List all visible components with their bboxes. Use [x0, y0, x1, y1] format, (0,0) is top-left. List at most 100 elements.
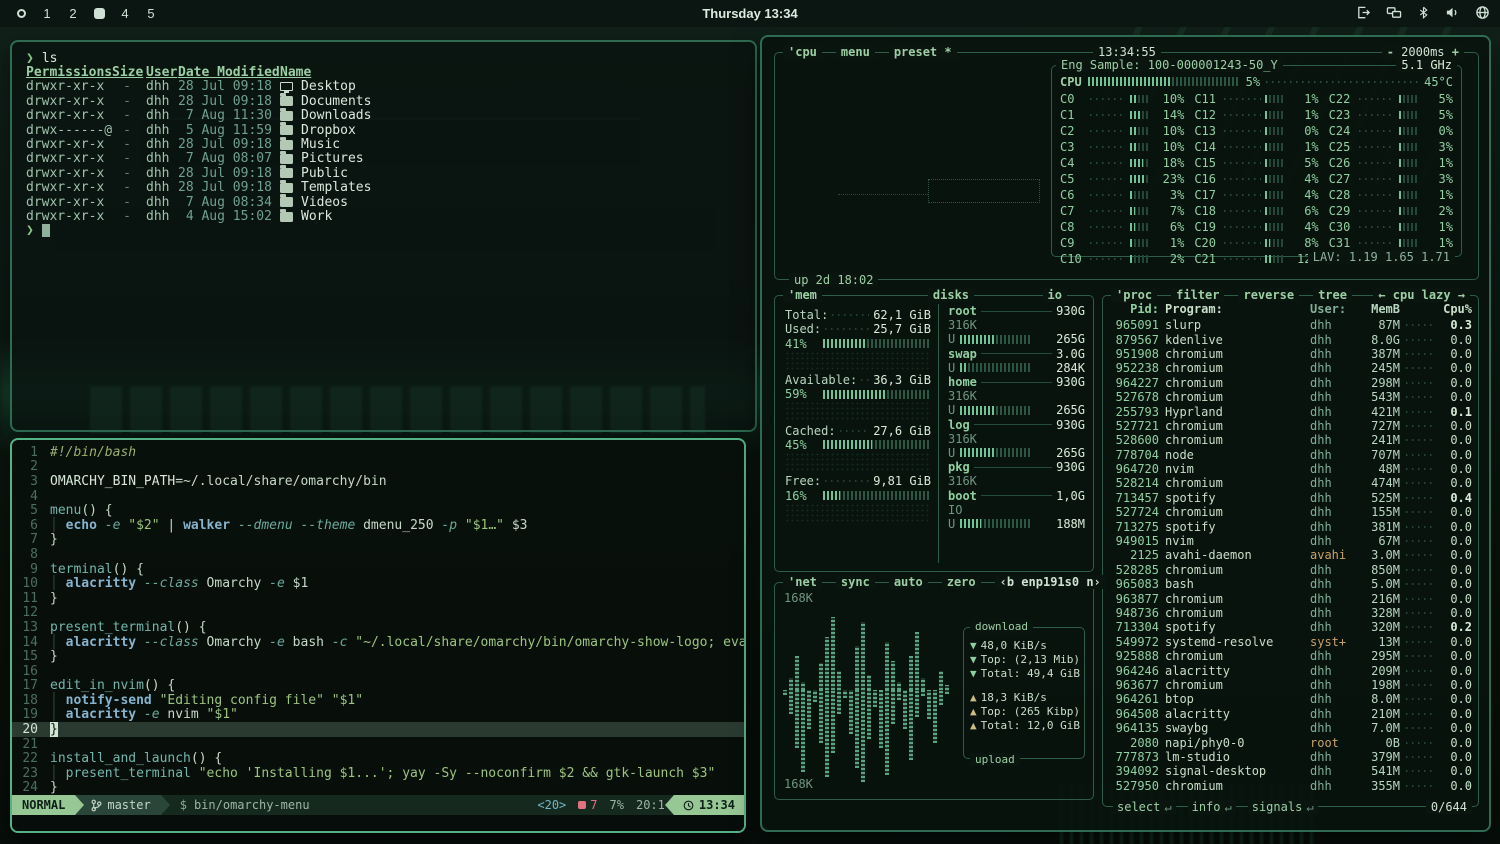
net-graph-bar	[939, 690, 943, 705]
process-row[interactable]: 925888chromiumdhh295M0.0	[1111, 649, 1472, 663]
line-number: 8	[12, 547, 38, 562]
globe-icon[interactable]	[1475, 5, 1490, 23]
process-row[interactable]: 879567kdenlivedhh8.0G0.0	[1111, 332, 1472, 346]
chip-reverse[interactable]: reverse	[1238, 288, 1299, 302]
interval-decrease-button[interactable]: -	[1387, 45, 1394, 59]
editor-line: 1#!/bin/bash	[12, 445, 744, 460]
disk-row: U265G	[948, 403, 1085, 417]
disk-row: U284K	[948, 361, 1085, 375]
workspace-circle[interactable]	[10, 3, 32, 25]
process-row[interactable]: 952238chromiumdhh245M0.0	[1111, 361, 1472, 375]
process-row[interactable]: 778704nodedhh707M0.0	[1111, 448, 1472, 462]
chip-menu[interactable]: menu	[836, 45, 875, 59]
proc-signals-button[interactable]: signals↵	[1248, 800, 1318, 814]
process-row[interactable]: 965083bashdhh5.0M0.0	[1111, 577, 1472, 591]
disk-row: 316K	[948, 389, 1085, 403]
net-up-stat: ▲Top: (265 Kibp)	[970, 704, 1078, 718]
process-row[interactable]: 777873lm-studiodhh379M0.0	[1111, 750, 1472, 764]
process-row[interactable]: 528214chromiumdhh474M0.0	[1111, 476, 1472, 490]
process-row[interactable]: 527950chromiumdhh355M0.0	[1111, 779, 1472, 793]
process-row[interactable]: 964261btopdhh8.0M0.0	[1111, 692, 1472, 706]
net-stats-panel: download upload ▼48,0 KiB/s▼Top: (2,13 M…	[963, 627, 1085, 759]
process-row[interactable]: 527678chromiumdhh543M0.0	[1111, 390, 1472, 404]
folder-icon	[280, 212, 293, 222]
process-row[interactable]: 2125avahi-daemonavahi3.0M0.0	[1111, 548, 1472, 562]
editor-line: 10│ alacritty --class Omarchy -e $1	[12, 576, 744, 591]
process-row[interactable]: 549972systemd-resolvesyst+13M0.0	[1111, 635, 1472, 649]
chip-preset[interactable]: preset *	[889, 45, 957, 59]
workspace-4[interactable]: 4	[114, 3, 136, 25]
editor-line: 18│ notify-send "Editing config file" "$…	[12, 693, 744, 708]
chip-proc[interactable]: 'proc	[1111, 288, 1157, 302]
chip-net[interactable]: 'net	[783, 575, 822, 589]
proc-select-button[interactable]: select↵	[1113, 800, 1176, 814]
editor-line: 22install_and_launch() {	[12, 751, 744, 766]
process-row[interactable]: 394092signal-desktopdhh541M0.0	[1111, 764, 1472, 778]
workspace-square[interactable]	[88, 3, 110, 25]
chip-cpu-lazy[interactable]: ← cpu lazy →	[1373, 288, 1470, 302]
chip-mem[interactable]: 'mem	[783, 288, 822, 302]
chip-auto[interactable]: auto	[889, 575, 928, 589]
process-row[interactable]: 964135swaybgdhh7.0M0.0	[1111, 721, 1472, 735]
process-row[interactable]: 948736chromiumdhh328M0.0	[1111, 606, 1472, 620]
process-row[interactable]: 963877chromiumdhh216M0.0	[1111, 591, 1472, 605]
workspace-5[interactable]: 5	[140, 3, 162, 25]
process-row[interactable]: 713304spotifydhh320M0.2	[1111, 620, 1472, 634]
interval-increase-button[interactable]: +	[1452, 45, 1459, 59]
chip-tree[interactable]: tree	[1313, 288, 1352, 302]
process-row[interactable]: 949015nvimdhh67M0.0	[1111, 534, 1472, 548]
process-row[interactable]: 964227chromiumdhh298M0.0	[1111, 376, 1472, 390]
editor-line: 19│ alacritty -e nvim "$1"	[12, 708, 744, 723]
chip-cpu[interactable]: 'cpu	[783, 45, 822, 59]
volume-icon[interactable]	[1445, 5, 1460, 23]
cpu-core-row: C114%	[1060, 107, 1184, 123]
chip-filter[interactable]: filter	[1171, 288, 1224, 302]
terminal-window[interactable]: ❯ ls Permissions Size User Date Modified…	[10, 40, 757, 432]
process-row[interactable]: 527721chromiumdhh727M0.0	[1111, 419, 1472, 433]
editor-buffer[interactable]: 1#!/bin/bash23OMARCHY_BIN_PATH=~/.local/…	[12, 440, 744, 795]
process-row[interactable]: 527724chromiumdhh155M0.0	[1111, 505, 1472, 519]
folder-icon	[280, 140, 293, 150]
line-number: 7	[12, 532, 38, 547]
process-row[interactable]: 963677chromiumdhh198M0.0	[1111, 678, 1472, 692]
line-number: 10	[12, 576, 38, 591]
terminal-cursor	[42, 224, 50, 237]
chip-disks[interactable]: disks	[928, 288, 974, 302]
line-number: 13	[12, 620, 38, 635]
chip-io[interactable]: io	[1043, 288, 1067, 302]
enter-key-icon: ↵	[1164, 800, 1171, 814]
proc-info-button[interactable]: info↵	[1188, 800, 1236, 814]
bluetooth-icon[interactable]	[1417, 5, 1430, 23]
chip-zero[interactable]: zero	[942, 575, 981, 589]
process-row[interactable]: 713275spotifydhh381M0.0	[1111, 519, 1472, 533]
file-row: drwxr-xr-x-dhh 7 Aug 08:07Pictures	[26, 152, 755, 166]
btop-window[interactable]: 'cpumenupreset * 13:34:55 - 2000ms + Eng…	[760, 35, 1491, 832]
net-up-stat: ▲18,3 KiB/s	[970, 690, 1078, 704]
network-icon[interactable]	[1386, 5, 1402, 23]
process-row[interactable]: 964720nvimdhh48M0.0	[1111, 462, 1472, 476]
chip-b-enp191s0-n[interactable]: ‹b enp191s0 n›	[995, 575, 1106, 589]
update-interval: - 2000ms +	[1382, 45, 1464, 59]
chip-sync[interactable]: sync	[836, 575, 875, 589]
process-row[interactable]: 951908chromiumdhh387M0.0	[1111, 347, 1472, 361]
process-row[interactable]: 964508alacrittydhh210M0.0	[1111, 707, 1472, 721]
process-row[interactable]: 528600chromiumdhh241M0.0	[1111, 433, 1472, 447]
process-row[interactable]: 528285chromiumdhh850M0.0	[1111, 563, 1472, 577]
powerline-separator	[75, 795, 84, 815]
process-row[interactable]: 713457spotifydhh525M0.4	[1111, 491, 1472, 505]
scroll-indicator: ↓	[1465, 776, 1472, 790]
process-row[interactable]: 965091slurpdhh87M0.3	[1111, 318, 1472, 332]
net-graph-bar	[909, 690, 913, 760]
editor-line: 5menu() {	[12, 503, 744, 518]
editor-window[interactable]: 1#!/bin/bash23OMARCHY_BIN_PATH=~/.local/…	[10, 438, 746, 833]
cpu-core-row: C253%	[1329, 139, 1453, 155]
process-row[interactable]: 964246alacrittydhh209M0.0	[1111, 663, 1472, 677]
workspace-1[interactable]: 1	[36, 3, 58, 25]
logout-icon[interactable]	[1356, 5, 1371, 23]
net-graph-bar	[825, 637, 829, 690]
process-row[interactable]: 255793Hyprlanddhh421M0.1	[1111, 404, 1472, 418]
workspace-2[interactable]: 2	[62, 3, 84, 25]
cpu-core-row: C292%	[1329, 203, 1453, 219]
process-row[interactable]: 2080napi/phy0-0root0B0.0	[1111, 735, 1472, 749]
clock: Thursday 13:34	[0, 6, 1500, 21]
